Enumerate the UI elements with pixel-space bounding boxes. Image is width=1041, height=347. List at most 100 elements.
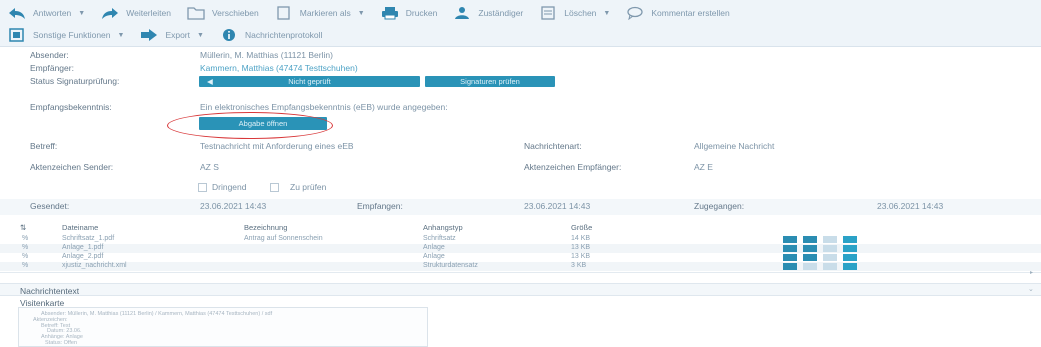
check-icon[interactable] xyxy=(843,236,857,243)
subject-value: Testnachricht mit Anforderung eines eEB xyxy=(200,141,354,151)
row-type: Strukturdatensatz xyxy=(423,262,478,269)
message-type-value: Allgemeine Nachricht xyxy=(694,141,775,151)
delete-label: Löschen xyxy=(564,8,597,18)
print-row-icon[interactable] xyxy=(823,254,837,261)
print-row-icon[interactable] xyxy=(823,236,837,243)
recipient-file-number-label: Aktenzeichen Empfänger: xyxy=(524,162,622,172)
print-row-icon[interactable] xyxy=(823,263,837,270)
file-numbers-row: Aktenzeichen Sender: AZ S Aktenzeichen E… xyxy=(0,160,1041,175)
col-filename[interactable]: Dateiname xyxy=(62,223,98,232)
check-icon[interactable] xyxy=(843,245,857,252)
sender-file-number-value: AZ S xyxy=(200,162,219,172)
eeb-label: Empfangsbekenntnis: xyxy=(30,102,112,112)
flag-icon xyxy=(277,6,290,20)
check-signatures-label: Signaturen prüfen xyxy=(460,77,520,86)
comment-label: Kommentar erstellen xyxy=(651,8,730,18)
chevron-down-icon[interactable]: ⌄ xyxy=(1028,285,1034,293)
assignee-button[interactable]: Zuständiger xyxy=(453,6,523,20)
received-value: 23.06.2021 14:43 xyxy=(524,201,591,211)
open-icon[interactable] xyxy=(783,236,797,243)
reply-icon xyxy=(9,8,25,19)
signature-row: Status Signaturprüfung: ◀ Nicht geprüft … xyxy=(0,74,1041,89)
check-signatures-button[interactable]: Signaturen prüfen xyxy=(425,76,555,87)
user-icon xyxy=(455,7,470,19)
save-icon[interactable] xyxy=(803,263,817,270)
table-row[interactable]: % Anlage_2.pdf Anlage 13 KB xyxy=(0,253,1041,262)
print-row-icon[interactable] xyxy=(823,245,837,252)
export-button[interactable]: Export ▼ xyxy=(140,28,204,42)
arrow-left-icon: ◀ xyxy=(207,77,213,86)
recipient-value[interactable]: Kammern, Matthias (47474 Testtschuhen) xyxy=(200,63,358,73)
check-icon[interactable] xyxy=(843,263,857,270)
reply-label: Antworten xyxy=(33,8,72,18)
row-size: 3 KB xyxy=(571,262,587,269)
folder-icon xyxy=(187,7,205,20)
toolbar-row-1: Antworten ▼ Weiterleiten Verschieben Mar… xyxy=(8,2,746,24)
signature-label: Status Signaturprüfung: xyxy=(30,76,120,86)
mark-as-button[interactable]: Markieren als ▼ xyxy=(275,6,365,20)
sent-value: 23.06.2021 14:43 xyxy=(200,201,267,211)
other-functions-label: Sonstige Funktionen xyxy=(33,30,111,40)
message-log-button[interactable]: Nachrichtenprotokoll xyxy=(220,28,322,42)
row-filename[interactable]: Anlage_2.pdf xyxy=(62,253,103,260)
sent-label: Gesendet: xyxy=(30,201,70,211)
col-size[interactable]: Größe xyxy=(571,223,592,232)
save-icon[interactable] xyxy=(803,236,817,243)
table-bottom-divider xyxy=(0,272,1041,273)
preview-line: Status: Offen xyxy=(45,340,78,346)
row-description: Antrag auf Sonnenschein xyxy=(244,235,323,242)
chevron-down-icon[interactable]: ▼ xyxy=(78,10,85,17)
col-type[interactable]: Anhangstyp xyxy=(423,223,463,232)
archive-icon xyxy=(541,6,555,20)
dates-row: Gesendet: 23.06.2021 14:43 Empfangen: 23… xyxy=(0,199,1041,215)
row-type: Schriftsatz xyxy=(423,235,456,242)
table-row[interactable]: % xjustiz_nachricht.xml Strukturdatensat… xyxy=(0,262,1041,271)
sender-file-number-label: Aktenzeichen Sender: xyxy=(30,162,114,172)
table-row[interactable]: % Schriftsatz_1.pdf Antrag auf Sonnensch… xyxy=(0,235,1041,244)
sender-label: Absender: xyxy=(30,50,69,60)
message-text-section[interactable]: Nachrichtentext ⌄ xyxy=(0,283,1041,296)
paperclip-icon: % xyxy=(22,253,29,260)
comment-button[interactable]: Kommentar erstellen xyxy=(626,6,730,20)
chevron-down-icon[interactable]: ▼ xyxy=(358,10,365,17)
chevron-down-icon[interactable]: ▼ xyxy=(118,32,125,39)
assignee-label: Zuständiger xyxy=(478,8,524,18)
save-icon[interactable] xyxy=(803,254,817,261)
eeb-row: Empfangsbekenntnis: Ein elektronisches E… xyxy=(0,100,1041,115)
delete-button[interactable]: Löschen ▼ xyxy=(539,6,610,20)
message-text-title: Nachrichtentext xyxy=(20,286,80,296)
row-filename[interactable]: Anlage_1.pdf xyxy=(62,244,103,251)
reply-button[interactable]: Antworten ▼ xyxy=(8,6,85,20)
forward-button[interactable]: Weiterleiten xyxy=(101,6,171,20)
table-row[interactable]: % Anlage_1.pdf Anlage 13 KB xyxy=(0,244,1041,253)
other-functions-button[interactable]: Sonstige Funktionen ▼ xyxy=(8,28,124,42)
check-icon[interactable] xyxy=(843,254,857,261)
sort-icon[interactable]: ⇅ xyxy=(20,223,26,232)
urgent-checkbox[interactable] xyxy=(198,183,207,192)
row-filename[interactable]: Schriftsatz_1.pdf xyxy=(62,235,114,242)
subject-label: Betreff: xyxy=(30,141,58,151)
chevron-down-icon[interactable]: ▼ xyxy=(197,32,204,39)
open-icon[interactable] xyxy=(783,245,797,252)
signature-status-button[interactable]: ◀ Nicht geprüft xyxy=(199,76,420,87)
open-icon[interactable] xyxy=(783,263,797,270)
row-type: Anlage xyxy=(423,253,445,260)
row-size: 13 KB xyxy=(571,253,591,260)
export-label: Export xyxy=(165,30,191,40)
flags-row: Dringend Zu prüfen xyxy=(0,180,1041,195)
print-label: Drucken xyxy=(405,8,438,18)
open-icon[interactable] xyxy=(783,254,797,261)
signature-status-label: Nicht geprüft xyxy=(288,77,331,86)
recipient-label: Empfänger: xyxy=(30,63,74,73)
print-button[interactable]: Drucken xyxy=(381,6,438,20)
to-check-checkbox[interactable] xyxy=(270,183,279,192)
export-icon xyxy=(141,29,158,41)
chevron-down-icon[interactable]: ▼ xyxy=(603,10,610,17)
save-icon[interactable] xyxy=(803,245,817,252)
scroll-right-icon[interactable]: ▸ xyxy=(1030,269,1033,276)
row-filename[interactable]: xjustiz_nachricht.xml xyxy=(62,262,127,269)
move-button[interactable]: Verschieben xyxy=(187,6,259,20)
to-check-label: Zu prüfen xyxy=(290,182,327,192)
info-icon xyxy=(222,29,235,41)
col-description[interactable]: Bezeichnung xyxy=(244,223,287,232)
